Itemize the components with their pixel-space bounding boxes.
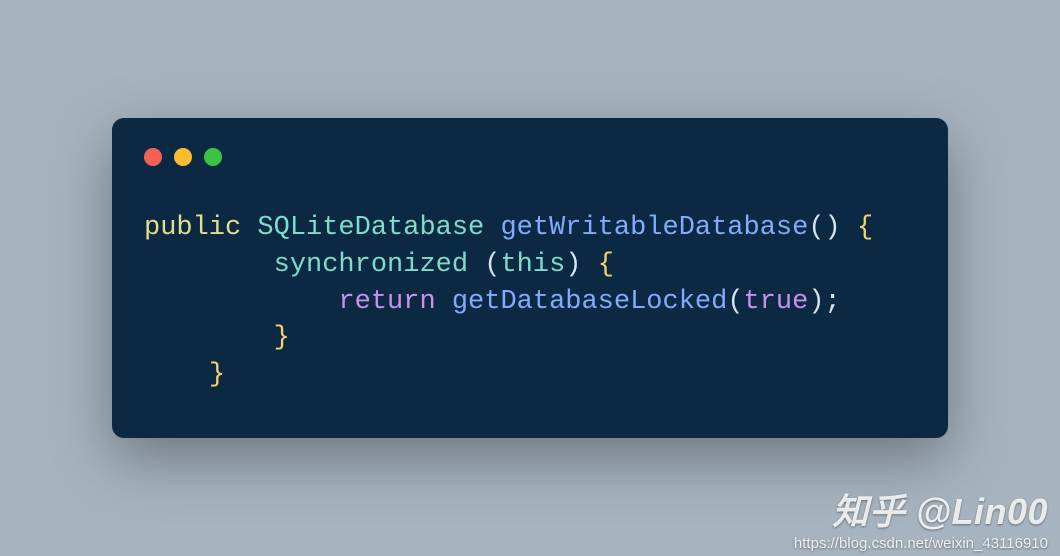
window-traffic-lights [144,148,916,166]
maximize-icon [204,148,222,166]
watermark-author: 知乎 @Lin00 [794,483,1048,535]
code-snippet: public SQLiteDatabase getWritableDatabas… [144,210,916,395]
watermark-url: https://blog.csdn.net/weixin_43116910 [794,535,1048,552]
code-window: public SQLiteDatabase getWritableDatabas… [112,118,948,439]
close-icon [144,148,162,166]
minimize-icon [174,148,192,166]
watermark: 知乎 @Lin00 https://blog.csdn.net/weixin_4… [794,483,1048,552]
